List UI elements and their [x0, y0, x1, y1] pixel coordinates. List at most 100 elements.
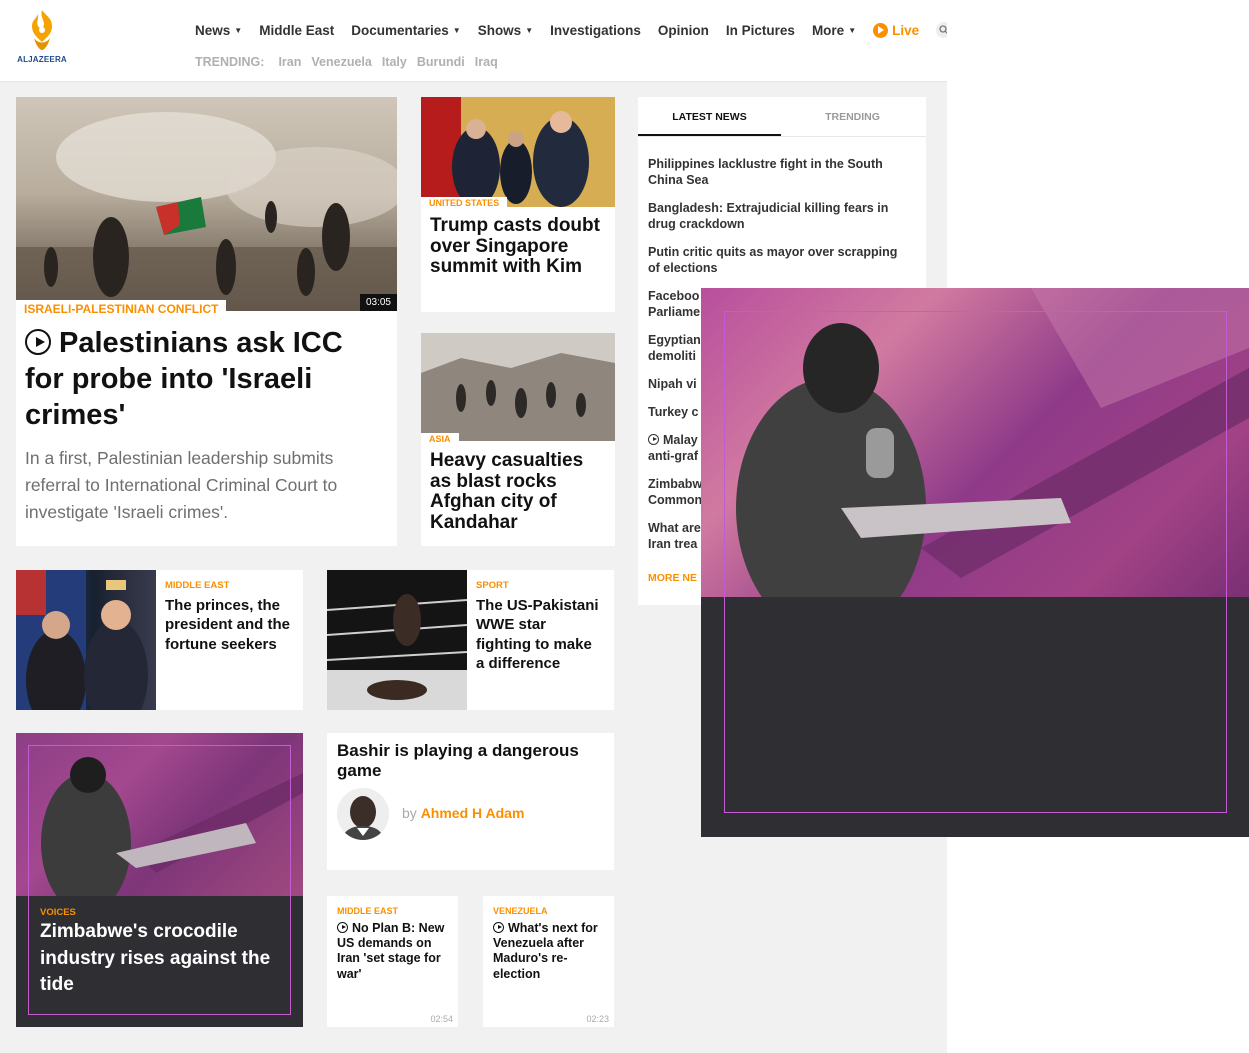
byline: by Ahmed H Adam [402, 805, 524, 821]
byline-prefix: by [402, 805, 417, 821]
opinion-headline[interactable]: Bashir is playing a dangerous game [337, 741, 602, 780]
story-headline[interactable]: The princes, the president and the fortu… [165, 596, 293, 654]
author-avatar[interactable] [337, 788, 389, 840]
author-link[interactable]: Ahmed H Adam [421, 805, 525, 821]
nav-opinion-label: Opinion [657, 22, 709, 38]
trending-link[interactable]: Venezuela [311, 55, 371, 69]
nav-in-pictures[interactable]: In Pictures [726, 23, 795, 38]
story-headline[interactable]: The US-Pakistani WWE star fighting to ma… [476, 596, 604, 673]
video-card-iran[interactable]: MIDDLE EAST No Plan B: New US demands on… [327, 896, 458, 1027]
latest-news-item-line: anti-graf [648, 449, 698, 463]
trending-bar: TRENDING: Iran Venezuela Italy Burundi I… [195, 55, 508, 69]
story-card-wwe[interactable]: SPORT The US-Pakistani WWE star fighting… [327, 570, 614, 710]
hero-photo-art [16, 112, 397, 311]
latest-news-item-line: Malay [663, 433, 698, 447]
video-duration: 02:23 [586, 1014, 609, 1024]
tab-trending[interactable]: TRENDING [781, 97, 924, 136]
nav-shows[interactable]: Shows ▼ [478, 23, 533, 38]
video-card-venezuela[interactable]: VENEZUELA What's next for Venezuela afte… [483, 896, 614, 1027]
story-photo[interactable] [421, 333, 615, 441]
story-photo-art [421, 333, 615, 441]
chevron-down-icon: ▼ [452, 25, 461, 35]
nav-investigations-label: Investigations [550, 22, 641, 38]
story-photo-art [16, 570, 148, 710]
latest-news-item[interactable]: Bangladesh: Extrajudicial killing fears … [648, 200, 910, 232]
tab-latest-news[interactable]: LATEST NEWS [638, 97, 781, 136]
play-icon [493, 922, 504, 933]
logo-wordmark: ALJAZEERA [17, 55, 67, 64]
latest-news-item-line: Zimbabw [648, 477, 703, 491]
search-icon [939, 25, 947, 34]
nav-live-label: Live [892, 22, 920, 38]
aljazeera-logo[interactable]: ALJAZEERA [16, 8, 68, 70]
trending-link[interactable]: Burundi [417, 55, 465, 69]
story-tag[interactable]: ASIA [421, 433, 459, 444]
story-headline[interactable]: Heavy casualties as blast rocks Afghan c… [430, 450, 608, 533]
nav-middle-east-label: Middle East [259, 22, 335, 38]
search-button[interactable] [936, 22, 947, 38]
play-icon [337, 922, 348, 933]
nav-news[interactable]: News ▼ [195, 23, 242, 38]
voices-card[interactable]: VOICES Zimbabwe's crocodile industry ris… [16, 733, 303, 1027]
hero-headline-text: Palestinians ask ICC for probe into 'Isr… [25, 327, 343, 431]
story-photo[interactable] [16, 570, 156, 710]
nav-live[interactable]: Live [873, 22, 920, 38]
opinion-card[interactable]: Bashir is playing a dangerous game by Ah… [327, 733, 614, 870]
more-news-link[interactable]: MORE NE [648, 572, 697, 584]
hero-tag[interactable]: ISRAELI-PALESTINIAN CONFLICT [16, 300, 227, 316]
trending-label: TRENDING: [195, 55, 265, 69]
story-photo[interactable] [327, 570, 467, 710]
story-tag[interactable]: SPORT [476, 580, 509, 591]
nav-documentaries[interactable]: Documentaries ▼ [351, 23, 460, 38]
story-headline[interactable]: No Plan B: New US demands on Iran 'set s… [337, 921, 453, 982]
enlarged-voices-image [701, 288, 1249, 837]
story-photo[interactable] [421, 97, 615, 207]
story-photo-art [327, 570, 467, 710]
latest-news-item-line: What are [648, 521, 701, 535]
story-headline[interactable]: What's next for Venezuela after Maduro's… [493, 921, 609, 982]
nav-opinion[interactable]: Opinion [658, 23, 709, 38]
hero-story-card[interactable]: 03:05 ISRAELI-PALESTINIAN CONFLICT Pales… [16, 97, 397, 546]
latest-news-item[interactable]: Philippines lacklustre fight in the Sout… [648, 156, 910, 188]
trending-link[interactable]: Iran [278, 55, 301, 69]
hero-headline[interactable]: Palestinians ask ICC for probe into 'Isr… [25, 325, 385, 433]
nav-middle-east[interactable]: Middle East [259, 23, 334, 38]
story-card-trump[interactable]: UNITED STATES Trump casts doubt over Sin… [421, 97, 615, 312]
nav-documentaries-label: Documentaries [351, 22, 449, 38]
story-tag[interactable]: VENEZUELA [493, 906, 548, 916]
nav-more[interactable]: More ▼ [812, 23, 856, 38]
trending-link[interactable]: Iraq [475, 55, 498, 69]
latest-news-item-line: Common [648, 493, 703, 507]
latest-news-item[interactable]: Putin critic quits as mayor over scrappi… [648, 244, 910, 276]
latest-news-item-line: Parliame [648, 305, 701, 319]
live-play-icon [873, 22, 889, 38]
hero-summary: In a first, Palestinian leadership submi… [25, 448, 338, 522]
story-card-princes[interactable]: MIDDLE EAST The princes, the president a… [16, 570, 303, 710]
main-nav: News ▼ Middle East Documentaries ▼ Shows ▼ … [195, 22, 947, 38]
voices-headline[interactable]: Zimbabwe's crocodile industry rises agai… [40, 919, 280, 999]
trending-link[interactable]: Italy [382, 55, 407, 69]
latest-news-item-line: Iran trea [648, 537, 698, 551]
nav-more-label: More [811, 22, 845, 38]
author-avatar-art [337, 788, 389, 840]
story-photo-art [421, 97, 615, 207]
nav-news-label: News [195, 22, 231, 38]
story-card-kandahar[interactable]: ASIA Heavy casualties as blast rocks Afg… [421, 333, 615, 546]
nav-in-pictures-label: In Pictures [725, 22, 795, 38]
voices-tag[interactable]: VOICES [40, 907, 76, 918]
hero-photo[interactable]: 03:05 [16, 97, 397, 311]
story-tag[interactable]: UNITED STATES [421, 197, 508, 208]
story-tag[interactable]: MIDDLE EAST [337, 906, 398, 916]
latest-news-item-line: Faceboo [648, 289, 700, 303]
play-icon [25, 329, 51, 355]
nav-investigations[interactable]: Investigations [550, 23, 641, 38]
story-headline[interactable]: Trump casts doubt over Singapore summit … [430, 215, 608, 278]
video-duration: 03:05 [359, 294, 397, 311]
latest-tabs: LATEST NEWS TRENDING [638, 97, 926, 137]
latest-news-item-line: demoliti [648, 349, 696, 363]
chevron-down-icon: ▼ [234, 25, 243, 35]
story-tag[interactable]: MIDDLE EAST [165, 580, 229, 591]
site-header: ALJAZEERA News ▼ Middle East Documentarie… [0, 0, 947, 82]
video-duration: 02:54 [430, 1014, 453, 1024]
play-icon [648, 434, 659, 445]
